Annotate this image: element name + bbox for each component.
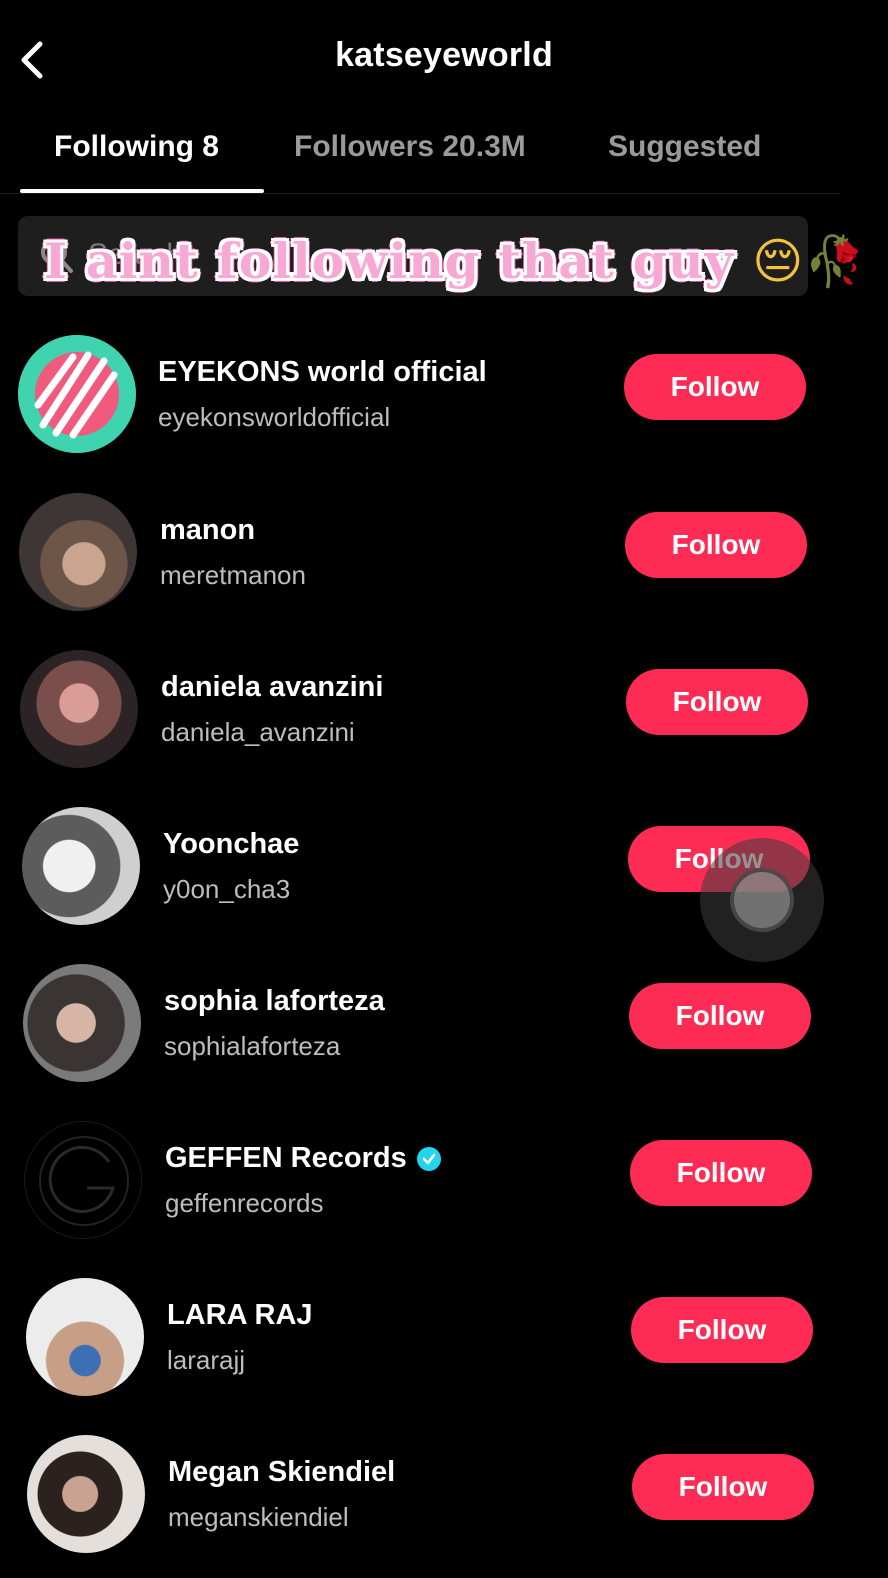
- account-name[interactable]: manon: [160, 514, 255, 547]
- follow-button[interactable]: Follow: [631, 1297, 813, 1363]
- top-bar: katseyeworld: [0, 0, 888, 112]
- caption-emojis: 😔🥀: [752, 233, 867, 290]
- list-item[interactable]: GEFFEN Records geffenrecords Follow: [0, 1116, 888, 1246]
- tab-followers[interactable]: Followers 20.3M: [294, 130, 526, 164]
- list-item[interactable]: manon meretmanon Follow: [0, 488, 888, 618]
- follow-button[interactable]: Follow: [629, 983, 811, 1049]
- list-item[interactable]: daniela avanzini daniela_avanzini Follow: [0, 645, 888, 775]
- avatar[interactable]: [18, 335, 136, 453]
- account-name[interactable]: EYEKONS world official: [158, 356, 487, 389]
- active-tab-indicator: [20, 189, 264, 193]
- caption-text: I aint following that guy: [44, 232, 735, 290]
- list-item[interactable]: Megan Skiendiel meganskiendiel Follow: [0, 1430, 888, 1560]
- account-name[interactable]: Yoonchae: [163, 828, 299, 861]
- account-name[interactable]: Megan Skiendiel: [168, 1456, 395, 1489]
- list-item[interactable]: EYEKONS world official eyekonsworldoffic…: [0, 330, 888, 460]
- touch-indicator: [700, 838, 824, 962]
- follow-button[interactable]: Follow: [632, 1454, 814, 1520]
- account-name-text: Megan Skiendiel: [168, 1456, 396, 1488]
- avatar[interactable]: [19, 493, 137, 611]
- avatar[interactable]: [22, 807, 140, 925]
- account-handle: geffenrecords: [165, 1188, 324, 1218]
- account-name-text: EYEKONS world official: [158, 356, 487, 388]
- account-name-text: daniela avanzini: [161, 671, 384, 703]
- geffen-logo-icon: [39, 1136, 129, 1226]
- page-title: katseyeworld: [335, 36, 553, 74]
- tab-suggested[interactable]: Suggested: [608, 130, 761, 164]
- avatar[interactable]: [23, 964, 141, 1082]
- list-item[interactable]: LARA RAJ lararajj Follow: [0, 1273, 888, 1403]
- account-handle: meganskiendiel: [168, 1502, 349, 1532]
- account-handle: lararajj: [167, 1345, 246, 1375]
- account-handle: sophialaforteza: [164, 1031, 341, 1061]
- account-name[interactable]: daniela avanzini: [161, 671, 383, 704]
- avatar[interactable]: [27, 1435, 145, 1553]
- account-name[interactable]: LARA RAJ: [167, 1299, 313, 1332]
- follow-button[interactable]: Follow: [625, 512, 807, 578]
- account-name-text: sophia laforteza: [164, 985, 385, 1017]
- account-name-text: manon: [160, 514, 256, 546]
- avatar[interactable]: [26, 1278, 144, 1396]
- tab-bar: Following 8 Followers 20.3M Suggested: [0, 118, 840, 194]
- avatar[interactable]: [24, 1121, 142, 1239]
- follow-button[interactable]: Follow: [626, 669, 808, 735]
- video-caption-overlay: I aint following that guy 😔🥀: [44, 232, 866, 290]
- follow-button[interactable]: Follow: [630, 1140, 812, 1206]
- account-name-text: Yoonchae: [163, 828, 300, 860]
- account-handle: daniela_avanzini: [161, 717, 355, 747]
- account-handle: y0on_cha3: [163, 874, 291, 904]
- tab-following[interactable]: Following 8: [54, 130, 219, 164]
- avatar[interactable]: [20, 650, 138, 768]
- account-handle: meretmanon: [160, 560, 306, 590]
- eyekons-logo-icon: [18, 335, 136, 453]
- account-name-text: LARA RAJ: [167, 1299, 313, 1331]
- follow-button[interactable]: Follow: [624, 354, 806, 420]
- account-handle: eyekonsworldofficial: [158, 402, 391, 432]
- account-name[interactable]: sophia laforteza: [164, 985, 385, 1018]
- list-item[interactable]: sophia laforteza sophialaforteza Follow: [0, 959, 888, 1089]
- account-name-text: GEFFEN Records: [165, 1142, 407, 1174]
- verified-badge-icon: [416, 1146, 441, 1171]
- touch-indicator-dot: [730, 868, 794, 932]
- following-screen: katseyeworld Following 8 Followers 20.3M…: [0, 0, 888, 1578]
- account-name[interactable]: GEFFEN Records: [165, 1142, 441, 1175]
